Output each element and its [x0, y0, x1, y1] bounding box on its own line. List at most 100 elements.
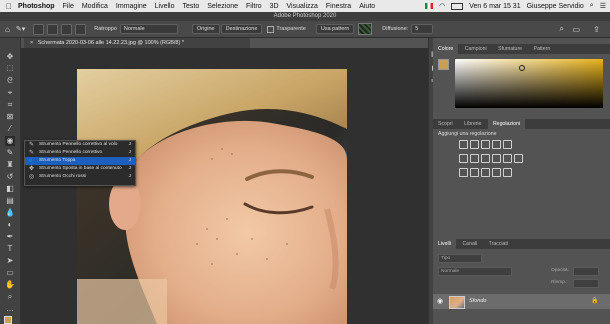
menubar-clock[interactable]: Ven 6 mar 15 31 — [469, 3, 520, 10]
shape-tool-icon[interactable]: ▭ — [5, 268, 15, 278]
more-tools-icon[interactable]: … — [5, 304, 15, 314]
marquee-tool-icon[interactable]: ⬚ — [5, 64, 15, 74]
menu-list-icon[interactable]: ☰ — [600, 2, 606, 10]
pen-tool-icon[interactable]: ✒ — [5, 232, 15, 242]
hue-saturation-icon[interactable] — [459, 154, 468, 163]
menu-3d[interactable]: 3D — [270, 3, 279, 10]
tab-sfumature[interactable]: Sfumature — [493, 44, 527, 54]
menu-testo[interactable]: Testo — [183, 3, 200, 10]
flyout-healing-brush[interactable]: ✎ Strumento Pennello correttivo J — [25, 149, 135, 157]
color-lookup-icon[interactable] — [514, 154, 523, 163]
threshold-icon[interactable] — [481, 168, 490, 177]
add-selection-icon[interactable] — [47, 23, 59, 35]
use-pattern-button[interactable]: Usa pattern — [315, 24, 355, 34]
tab-scopri[interactable]: Scopri — [433, 119, 458, 129]
tab-livelli[interactable]: Livelli — [433, 239, 456, 249]
flag-icon[interactable] — [425, 3, 434, 9]
dodge-tool-icon[interactable]: ◐ — [5, 220, 15, 230]
transparent-checkbox[interactable] — [267, 25, 275, 33]
gradient-tool-icon[interactable]: ▤ — [5, 196, 15, 206]
layer-kind-filter[interactable]: Tipo — [438, 254, 482, 263]
blend-mode-select[interactable]: Normale — [119, 24, 178, 34]
menu-filtro[interactable]: Filtro — [246, 3, 262, 10]
gradient-map-icon[interactable] — [492, 168, 501, 177]
black-white-icon[interactable] — [481, 154, 490, 163]
levels-icon[interactable] — [470, 140, 479, 149]
menu-visualizza[interactable]: Visualizza — [287, 3, 318, 10]
flyout-content-aware-move[interactable]: ✥ Strumento Sposta in base al contenuto … — [25, 165, 135, 173]
opacity-field[interactable] — [573, 267, 599, 276]
blur-tool-icon[interactable]: 💧 — [5, 208, 15, 218]
layer-blend-mode[interactable]: Normale — [438, 267, 512, 276]
foreground-color-swatch[interactable] — [4, 316, 12, 324]
stamp-tool-icon[interactable]: ♜ — [5, 160, 15, 170]
document-tab[interactable]: × Schermata 2020-03-06 alle 14.22.23.jpg… — [24, 38, 250, 48]
history-brush-tool-icon[interactable]: ↺ — [5, 172, 15, 182]
menu-livello[interactable]: Livello — [155, 3, 175, 10]
search-icon[interactable]: ⌕ — [590, 2, 594, 10]
healing-tool-preset-icon[interactable]: ✎▾ — [16, 25, 25, 33]
eyedropper-tool-icon[interactable]: ⁄ — [5, 124, 15, 134]
home-icon[interactable]: ⌂ — [5, 25, 10, 34]
close-tab-icon[interactable]: × — [30, 40, 33, 46]
move-tool-icon[interactable]: ✥ — [5, 52, 15, 62]
photo-filter-icon[interactable] — [492, 154, 501, 163]
layer-row[interactable]: ◉ Sfondo 🔒 — [433, 294, 610, 309]
curves-icon[interactable] — [481, 140, 490, 149]
brush-tool-icon[interactable]: ✎ — [5, 148, 15, 158]
apple-icon[interactable]:  — [6, 2, 12, 11]
tab-regolazioni[interactable]: Regolazioni — [487, 119, 526, 129]
workspace-icon[interactable]: ▭ — [572, 25, 580, 34]
healing-brush-tool-icon[interactable]: ◉ — [5, 136, 15, 146]
search-icon[interactable]: ⌕ — [560, 24, 564, 34]
type-tool-icon[interactable]: T — [5, 244, 15, 254]
vibrance-icon[interactable] — [503, 140, 512, 149]
menu-selezione[interactable]: Selezione — [207, 3, 238, 10]
selective-color-icon[interactable] — [503, 168, 512, 177]
menu-app-name[interactable]: Photoshop — [18, 3, 55, 10]
tab-campioni[interactable]: Campioni — [460, 44, 492, 54]
quick-select-tool-icon[interactable]: ⌖ — [5, 88, 15, 98]
tab-pattern[interactable]: Pattern — [529, 44, 556, 54]
brightness-contrast-icon[interactable] — [459, 140, 468, 149]
menu-immagine[interactable]: Immagine — [116, 3, 147, 10]
color-picker-field[interactable] — [455, 59, 603, 108]
menu-aiuto[interactable]: Aiuto — [359, 3, 375, 10]
tab-librerie[interactable]: Librerie — [459, 119, 486, 129]
tab-tracciati[interactable]: Tracciati — [484, 239, 513, 249]
invert-icon[interactable] — [459, 168, 468, 177]
flyout-red-eye[interactable]: ◎ Strumento Occhi rossi J — [25, 173, 135, 181]
lasso-tool-icon[interactable]: ᘓ — [5, 76, 15, 86]
exposure-icon[interactable] — [492, 140, 501, 149]
menu-file[interactable]: File — [63, 3, 74, 10]
battery-icon[interactable] — [451, 2, 464, 10]
destination-button[interactable]: Destinazione — [220, 24, 263, 34]
menu-finestra[interactable]: Finestra — [326, 3, 351, 10]
intersect-selection-icon[interactable] — [75, 23, 87, 35]
pattern-swatch[interactable] — [358, 23, 373, 35]
crop-tool-icon[interactable]: ⌗ — [5, 100, 15, 110]
share-icon[interactable]: ⇪ — [593, 25, 600, 34]
flyout-spot-healing-brush[interactable]: ✎ Strumento Pennello correttivo al volo … — [25, 141, 135, 149]
flyout-patch[interactable]: ◌ Strumento Toppa J — [25, 157, 135, 165]
tab-canali[interactable]: Canali — [457, 239, 482, 249]
hand-tool-icon[interactable]: ✋ — [5, 280, 15, 290]
color-balance-icon[interactable] — [470, 154, 479, 163]
zoom-tool-icon[interactable]: ⌕ — [5, 292, 15, 302]
source-button[interactable]: Origine — [191, 24, 220, 34]
fill-field[interactable] — [573, 279, 599, 288]
menubar-user[interactable]: Giuseppe Servidio — [527, 3, 584, 10]
diffusion-input[interactable]: 5 — [411, 24, 434, 34]
document-image[interactable] — [77, 69, 347, 324]
frame-tool-icon[interactable]: ⊠ — [5, 112, 15, 122]
foreground-swatch[interactable] — [438, 59, 449, 70]
channel-mixer-icon[interactable] — [503, 154, 512, 163]
posterize-icon[interactable] — [470, 168, 479, 177]
new-selection-icon[interactable] — [33, 23, 45, 35]
eraser-tool-icon[interactable]: ◧ — [5, 184, 15, 194]
menu-modifica[interactable]: Modifica — [82, 3, 108, 10]
subtract-selection-icon[interactable] — [61, 23, 73, 35]
path-select-tool-icon[interactable]: ➤ — [5, 256, 15, 266]
wifi-icon[interactable]: ◠ — [439, 2, 445, 10]
tab-colore[interactable]: Colore — [433, 44, 459, 54]
